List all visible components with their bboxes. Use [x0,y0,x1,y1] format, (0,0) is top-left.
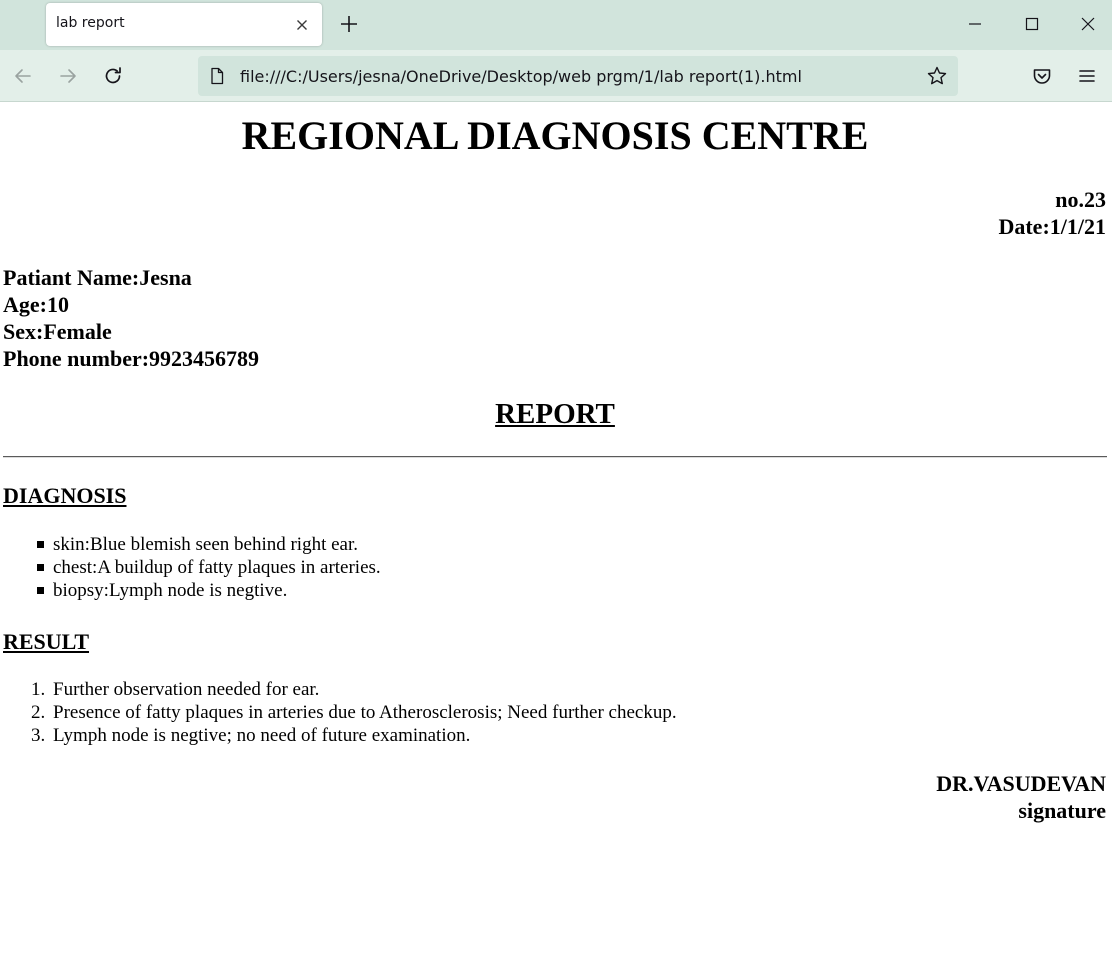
diagnosis-heading: DIAGNOSIS [3,483,127,508]
plus-icon[interactable] [337,12,361,36]
list-number: 1. [31,679,46,700]
bullet-square-icon [37,564,44,571]
result-heading: RESULT [3,629,90,654]
patient-sex: Sex:Female [3,319,112,344]
forward-arrow-icon[interactable] [56,64,80,88]
signature-label: signature [1018,798,1106,823]
bullet-square-icon [37,587,44,594]
reload-icon[interactable] [101,64,125,88]
list-number: 2. [31,702,46,723]
page-icon [207,66,227,86]
list-item: 3. Lymph node is negtive; no need of futu… [31,724,677,747]
list-item: 1. Further observation needed for ear. [31,678,677,701]
report-number: no.23 [1055,187,1106,212]
result-list: 1. Further observation needed for ear. 2.… [31,678,677,747]
patient-name: Patiant Name:Jesna [3,265,192,290]
patient-age: Age:10 [3,292,69,317]
star-icon[interactable] [926,65,948,87]
url-bar[interactable]: file:///C:/Users/jesna/OneDrive/Desktop/… [198,56,958,96]
result-item: Further observation needed for ear. [53,679,320,700]
nav-bar: file:///C:/Users/jesna/OneDrive/Desktop/… [0,50,1112,102]
divider [3,456,1107,458]
list-item: 2. Presence of fatty plaques in arteries … [31,701,677,724]
tab-lab-report[interactable]: lab report [46,3,322,46]
diagnosis-item: skin:Blue blemish seen behind right ear. [53,534,359,555]
tab-title: lab report [56,15,125,31]
report-date: Date:1/1/21 [998,214,1106,239]
doctor-name: DR.VASUDEVAN [936,771,1106,796]
url-text[interactable]: file:///C:/Users/jesna/OneDrive/Desktop/… [240,67,802,86]
list-item: chest:A buildup of fatty plaques in arte… [37,556,381,579]
bullet-square-icon [37,541,44,548]
list-item: biopsy:Lymph node is negtive. [37,579,381,602]
diagnosis-item: chest:A buildup of fatty plaques in arte… [53,557,381,578]
patient-details: Patiant Name:Jesna Age:10 Sex:Female Pho… [3,264,259,372]
patient-phone: Phone number:9923456789 [3,346,260,371]
minimize-icon[interactable] [963,12,987,36]
tab-strip: lab report [0,0,1112,50]
list-item: skin:Blue blemish seen behind right ear. [37,533,381,556]
diagnosis-item: biopsy:Lymph node is negtive. [53,580,288,601]
close-window-icon[interactable] [1076,12,1100,36]
list-number: 3. [31,725,46,746]
maximize-icon[interactable] [1020,12,1044,36]
hamburger-menu-icon[interactable] [1075,64,1099,88]
page-title: REGIONAL DIAGNOSIS CENTRE [241,113,869,158]
pocket-icon[interactable] [1030,64,1054,88]
browser-window: lab report file:///C:/Users/jesna/OneDri… [0,0,1112,955]
page-content: REGIONAL DIAGNOSIS CENTRE no.23 Date:1/1… [0,102,1112,955]
result-item: Lymph node is negtive; no need of future… [53,725,471,746]
close-icon[interactable] [292,15,312,35]
diagnosis-list: skin:Blue blemish seen behind right ear.… [37,533,381,602]
back-arrow-icon[interactable] [11,64,35,88]
result-item: Presence of fatty plaques in arteries du… [53,702,677,723]
report-heading: REPORT [495,398,615,430]
